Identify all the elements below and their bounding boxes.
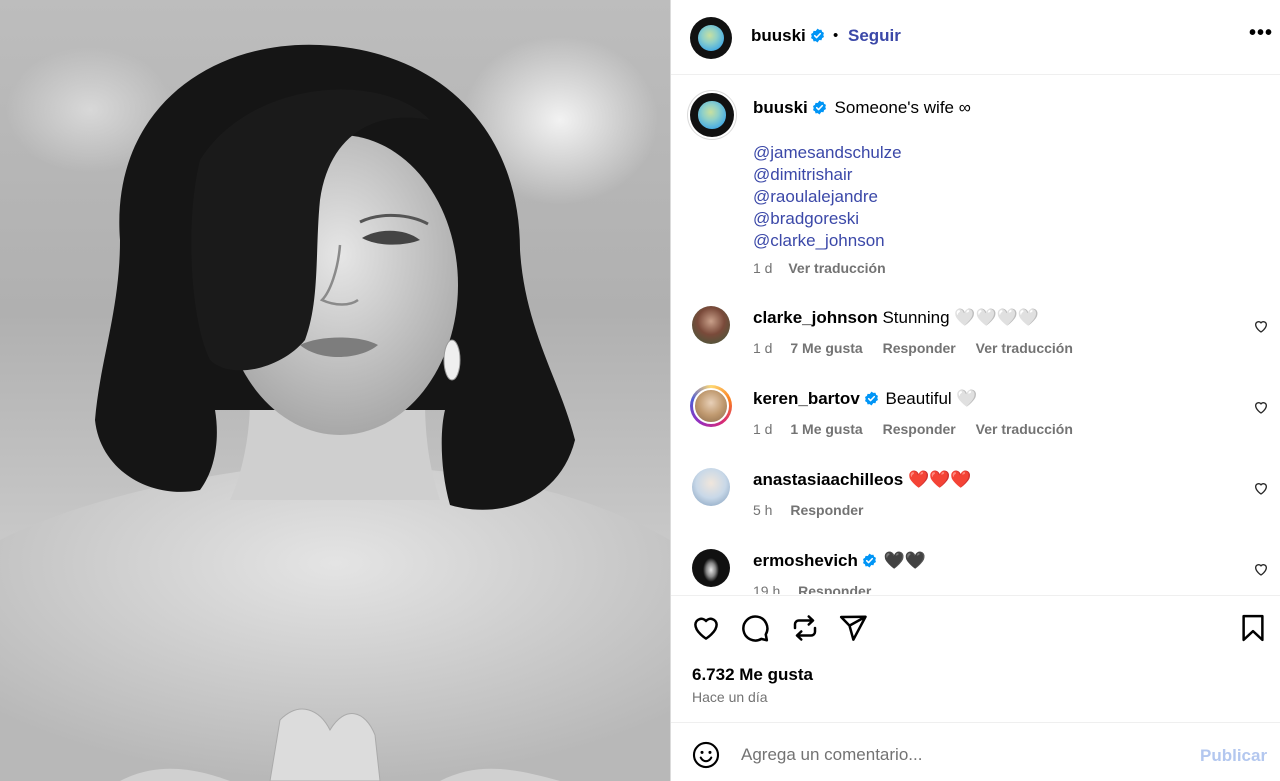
comment-translate-link[interactable]: Ver traducción [976, 421, 1073, 437]
verified-badge-icon [864, 391, 878, 406]
comment-body: clarke_johnson Stunning 🤍🤍🤍🤍 [753, 308, 1039, 328]
more-options-icon[interactable]: ••• [1249, 22, 1273, 45]
publish-button[interactable]: Publicar [1200, 746, 1267, 766]
comment-input[interactable] [741, 742, 1181, 768]
like-heart-icon[interactable] [691, 613, 721, 643]
comment-time[interactable]: 5 h [753, 502, 772, 518]
comment-body: ermoshevich 🖤🖤 [753, 551, 926, 571]
share-send-icon[interactable] [838, 613, 868, 643]
comment-username[interactable]: anastasiaachilleos [753, 470, 903, 489]
comment-text: ❤️❤️❤️ [908, 470, 972, 489]
caption-text: Someone's wife ∞ [834, 98, 971, 117]
caption-body: buuski Someone's wife ∞ [753, 98, 971, 118]
caption-meta: 1 d Ver traducción [753, 260, 898, 276]
post-header: buuski • Seguir ••• [671, 0, 1280, 75]
comment-row: anastasiaachilleos ❤️❤️❤️ 5 h Responder [671, 468, 1280, 548]
comment-row: ermoshevich 🖤🖤 19 h Responder [671, 549, 1280, 594]
like-comment-heart-icon[interactable] [1253, 318, 1269, 334]
comment-body: keren_bartov Beautiful 🤍 [753, 389, 978, 409]
mention-link[interactable]: @clarke_johnson [753, 230, 902, 252]
author-username[interactable]: buuski [751, 26, 825, 46]
mention-link[interactable]: @bradgoreski [753, 208, 902, 230]
caption-mentions: @jamesandschulze @dimitrishair @raoulale… [753, 142, 902, 252]
comment-meta: 19 h Responder [753, 583, 887, 594]
follow-button[interactable]: Seguir [848, 26, 901, 46]
comment-time[interactable]: 19 h [753, 583, 780, 594]
caption-username[interactable]: buuski [753, 98, 808, 117]
comment-composer: Publicar [671, 724, 1280, 781]
caption-time[interactable]: 1 d [753, 260, 772, 276]
emoji-smiley-icon[interactable] [692, 741, 720, 769]
comment-text: 🖤🖤 [883, 551, 926, 570]
comment-likes[interactable]: 7 Me gusta [790, 340, 862, 356]
comment-username[interactable]: clarke_johnson [753, 308, 878, 327]
mention-link[interactable]: @raoulalejandre [753, 186, 902, 208]
comment-likes[interactable]: 1 Me gusta [790, 421, 862, 437]
verified-badge-icon [862, 553, 876, 568]
mention-link[interactable]: @dimitrishair [753, 164, 902, 186]
comment-translate-link[interactable]: Ver traducción [976, 340, 1073, 356]
post-photo [0, 0, 670, 781]
commenter-avatar[interactable] [692, 549, 730, 587]
mention-link[interactable]: @jamesandschulze [753, 142, 902, 164]
comment-reply-button[interactable]: Responder [883, 340, 956, 356]
repost-icon[interactable] [790, 613, 820, 643]
comment-text: Beautiful 🤍 [885, 389, 978, 408]
comment-text: Stunning 🤍🤍🤍🤍 [882, 308, 1039, 327]
comment-username[interactable]: keren_bartov [753, 389, 860, 408]
comment-time[interactable]: 1 d [753, 421, 772, 437]
comment-meta: 1 d 1 Me gusta Responder Ver traducción [753, 421, 1089, 437]
header-separator: • [833, 27, 839, 44]
comment-meta: 1 d 7 Me gusta Responder Ver traducción [753, 340, 1089, 356]
comment-row: clarke_johnson Stunning 🤍🤍🤍🤍 1 d 7 Me gu… [671, 306, 1280, 386]
verified-badge-icon [810, 28, 824, 43]
author-username-text[interactable]: buuski [751, 26, 806, 45]
like-comment-heart-icon[interactable] [1253, 561, 1269, 577]
post-actions: 6.732 Me gusta Hace un día [671, 595, 1280, 723]
like-comment-heart-icon[interactable] [1253, 399, 1269, 415]
caption-avatar[interactable] [690, 93, 734, 137]
post-date[interactable]: Hace un día [692, 689, 768, 705]
comment-bubble-icon[interactable] [740, 613, 770, 643]
commenter-avatar[interactable] [692, 468, 730, 506]
verified-badge-icon [812, 100, 826, 115]
comment-reply-button[interactable]: Responder [798, 583, 871, 594]
comment-meta: 5 h Responder [753, 502, 879, 518]
save-bookmark-icon[interactable] [1238, 613, 1268, 643]
post-side-panel: buuski • Seguir ••• buuski Someone's wif… [670, 0, 1280, 781]
comment-username[interactable]: ermoshevich [753, 551, 858, 570]
portrait-illustration [0, 44, 670, 781]
likes-count[interactable]: 6.732 Me gusta [692, 665, 813, 685]
author-avatar[interactable] [690, 17, 732, 59]
comment-row: keren_bartov Beautiful 🤍 1 d 1 Me gusta … [671, 385, 1280, 467]
comment-body: anastasiaachilleos ❤️❤️❤️ [753, 470, 972, 490]
like-comment-heart-icon[interactable] [1253, 480, 1269, 496]
comment-time[interactable]: 1 d [753, 340, 772, 356]
comments-list[interactable]: buuski Someone's wife ∞ @jamesandschulze… [671, 76, 1280, 594]
comment-reply-button[interactable]: Responder [790, 502, 863, 518]
commenter-avatar[interactable] [692, 306, 730, 344]
comment-reply-button[interactable]: Responder [883, 421, 956, 437]
caption-translate-link[interactable]: Ver traducción [788, 260, 885, 276]
commenter-avatar[interactable] [690, 385, 732, 427]
